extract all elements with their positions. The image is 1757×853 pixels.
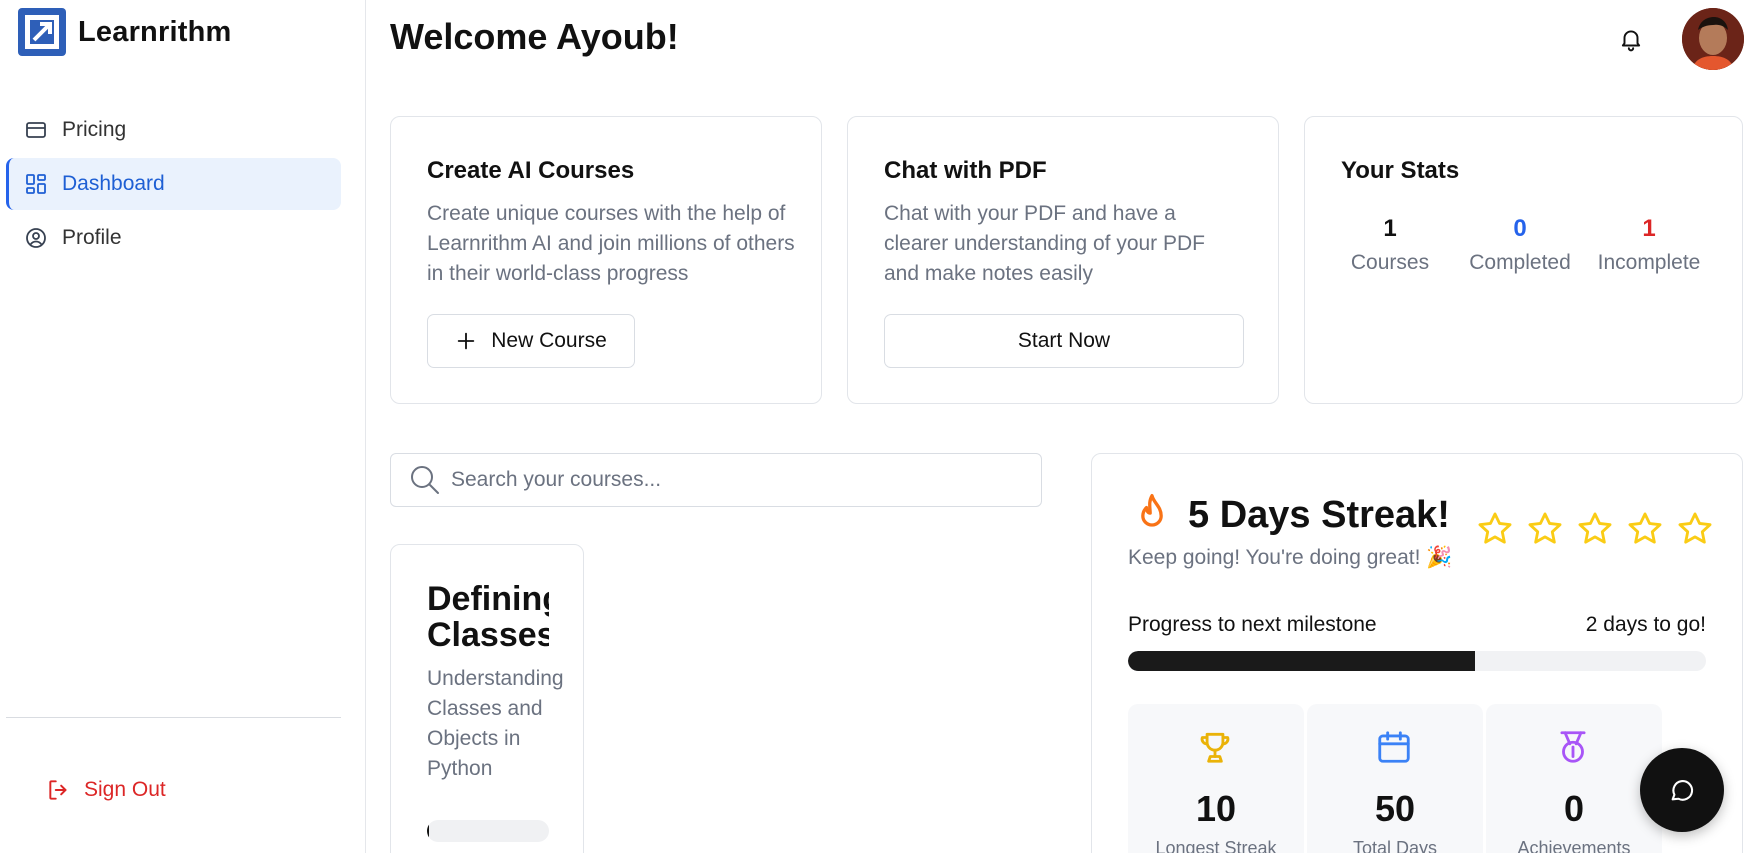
create-courses-description: Create unique courses with the help of L… (427, 202, 795, 285)
sidebar: Learnrithm Pricing Dashboard Profile Sig… (0, 0, 366, 853)
stat-completed-label: Completed (1469, 251, 1571, 274)
calendar-icon (1378, 731, 1410, 763)
create-courses-card: Create AI Courses Create unique courses … (390, 116, 822, 404)
stats-card: Your Stats 1 Courses 0 Completed 1 Incom… (1304, 116, 1743, 404)
chat-support-button[interactable] (1640, 748, 1724, 832)
page-title: Welcome Ayoub! (390, 16, 679, 57)
brand[interactable]: Learnrithm (18, 8, 231, 56)
course-card[interactable]: Defining Classes Understanding Classes a… (390, 544, 584, 853)
milestone-label: Progress to next milestone (1128, 613, 1377, 636)
stat-courses: 1 Courses (1325, 215, 1455, 275)
star-icon (1628, 512, 1662, 544)
achievements-label: Achievements (1517, 838, 1631, 853)
milestone-progress-bar (1128, 651, 1706, 671)
chat-pdf-description: Chat with your PDF and have a clearer un… (884, 202, 1205, 285)
search-input[interactable] (451, 468, 1011, 492)
sign-out-label: Sign Out (84, 778, 166, 801)
sidebar-item-label: Pricing (62, 118, 127, 141)
sidebar-item-dashboard[interactable]: Dashboard (6, 158, 341, 210)
milestone-progress-fill (1128, 651, 1475, 671)
stat-incomplete-label: Incomplete (1597, 251, 1701, 274)
longest-streak-label: Longest Streak (1155, 838, 1277, 853)
user-circle-icon (26, 228, 46, 248)
credit-card-icon (26, 122, 46, 138)
medal-icon (1560, 731, 1586, 763)
achievements-value: 0 (1563, 788, 1585, 829)
stat-incomplete-value: 1 (1642, 215, 1656, 242)
chat-pdf-card: Chat with PDF Chat with your PDF and hav… (847, 116, 1279, 404)
plus-icon (457, 332, 475, 350)
total-days-card: 50 Total Days (1307, 704, 1483, 853)
new-course-label: New Course (491, 329, 607, 352)
stat-courses-value: 1 (1383, 215, 1397, 242)
stat-courses-label: Courses (1350, 251, 1430, 274)
streak-subtitle: Keep going! You're doing great! 🎉 (1128, 546, 1453, 569)
achievements-card: 0 Achievements (1486, 704, 1662, 853)
stat-completed: 0 Completed (1455, 215, 1585, 275)
total-days-label: Total Days (1352, 838, 1438, 853)
flame-icon (1141, 494, 1163, 527)
star-rating (1476, 510, 1714, 548)
user-avatar-image (1682, 8, 1744, 70)
star-icon (1528, 512, 1562, 544)
course-search (390, 453, 1042, 507)
sidebar-item-label: Profile (62, 226, 122, 249)
start-now-button[interactable]: Start Now (884, 314, 1244, 368)
course-title: Defining Classes (427, 581, 549, 653)
sidebar-item-label: Dashboard (62, 172, 165, 195)
course-progress-fill (427, 820, 430, 842)
notification-bell-icon[interactable] (1618, 26, 1644, 52)
milestone-remaining: 2 days to go! (1585, 613, 1706, 636)
streak-title: 5 Days Streak! (1188, 494, 1450, 536)
course-title-line1: Defining (427, 581, 549, 618)
dashboard-grid-icon (26, 174, 46, 194)
sidebar-divider (6, 717, 341, 718)
sign-out-button[interactable]: Sign Out (46, 777, 166, 803)
brand-name: Learnrithm (78, 15, 232, 48)
longest-streak-value: 10 (1195, 788, 1237, 829)
sidebar-item-profile[interactable]: Profile (6, 212, 341, 264)
trophy-icon (1200, 732, 1230, 763)
longest-streak-card: 10 Longest Streak (1128, 704, 1304, 853)
star-icon (1678, 512, 1712, 544)
search-icon (411, 466, 439, 494)
learnrithm-logo-icon (18, 8, 66, 56)
stat-incomplete: 1 Incomplete (1584, 215, 1714, 275)
avatar[interactable] (1682, 8, 1744, 70)
star-icon (1578, 512, 1612, 544)
total-days-value: 50 (1374, 788, 1416, 829)
stat-completed-value: 0 (1513, 215, 1527, 242)
new-course-button[interactable]: New Course (427, 314, 635, 368)
course-description: Understanding Classes and Objects in Pyt… (427, 667, 564, 780)
course-title-line2: Classes (427, 616, 549, 653)
create-courses-title: Create AI Courses (427, 157, 635, 184)
sidebar-nav: Pricing Dashboard Profile (6, 104, 341, 266)
chat-pdf-title: Chat with PDF (884, 157, 1047, 184)
sidebar-item-pricing[interactable]: Pricing (6, 104, 341, 156)
start-now-label: Start Now (1017, 329, 1111, 352)
star-icon (1478, 512, 1512, 544)
sign-out-icon (49, 780, 67, 800)
course-progress-bar (427, 820, 549, 842)
stats-title: Your Stats (1341, 157, 1460, 184)
chat-bubble-icon (1671, 780, 1694, 801)
